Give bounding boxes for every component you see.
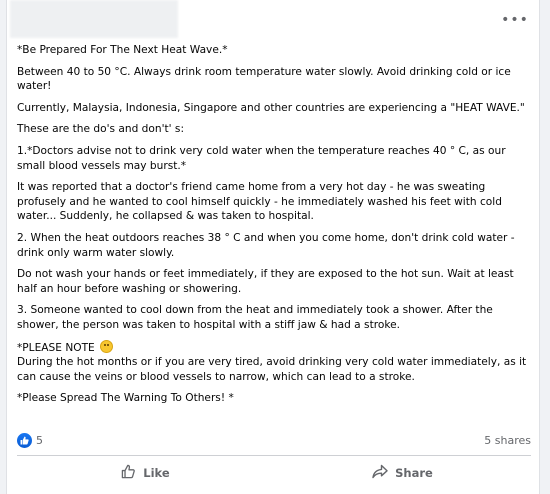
post-header-redacted — [10, 0, 178, 38]
shares-count[interactable]: 5 shares — [484, 434, 531, 447]
post-closing: *Please Spread The Warning To Others! * — [17, 392, 234, 405]
share-label: Share — [395, 466, 433, 480]
like-reaction-icon — [17, 432, 32, 448]
like-label: Like — [143, 466, 170, 480]
share-button[interactable]: Share — [274, 458, 531, 488]
please-note-label: *PLEASE NOTE — [17, 341, 99, 354]
please-note-block: *PLEASE NOTE During the hot months or if… — [17, 339, 531, 385]
more-horizontal-icon: ••• — [501, 12, 529, 28]
reactions-summary[interactable]: 5 — [17, 432, 43, 448]
post-paragraph: 3. Someone wanted to cool down from the … — [17, 304, 493, 331]
post-card: ••• *Be Prepared For The Next Heat Wave.… — [6, 0, 540, 494]
post-paragraph: Currently, Malaysia, Indonesia, Singapor… — [17, 101, 525, 114]
post-paragraph: 2. When the heat outdoors reaches 38 ° C… — [17, 231, 515, 259]
post-actions: Like Share — [17, 458, 531, 488]
more-options-button[interactable]: ••• — [501, 9, 529, 31]
post-paragraph: 1.*Doctors advise not to drink very cold… — [17, 144, 506, 172]
please-note-text: During the hot months or if you are very… — [17, 356, 527, 383]
engagement-stats: 5 5 shares — [17, 432, 531, 448]
post-paragraph: These are the do's and don't' s: — [17, 123, 185, 136]
post-paragraph: Do not wash your hands or feet immediate… — [17, 268, 514, 295]
smiley-emoji-icon — [100, 339, 114, 353]
post-paragraph: It was reported that a doctor's friend c… — [17, 181, 502, 223]
post-body: *Be Prepared For The Next Heat Wave.* Be… — [17, 43, 531, 413]
post-paragraph: Between 40 to 50 °C. Always drink room t… — [17, 65, 511, 93]
thumbs-up-icon — [121, 464, 136, 482]
like-button[interactable]: Like — [17, 458, 274, 488]
actions-divider — [17, 455, 531, 456]
post-paragraph: *Be Prepared For The Next Heat Wave.* — [17, 44, 228, 56]
reaction-count: 5 — [36, 433, 43, 447]
share-arrow-icon — [372, 464, 388, 482]
